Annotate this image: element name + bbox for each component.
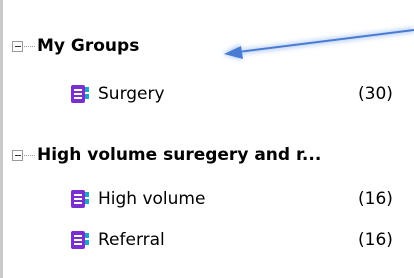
list-item-label: Referral [98, 230, 165, 250]
list-item-count: (30) [358, 84, 393, 104]
list-item-referral[interactable]: Referral (16) [3, 224, 414, 256]
group-header-high-volume[interactable]: High volume suregery and r... [12, 140, 321, 170]
tree-connector [24, 45, 35, 47]
notebook-icon [71, 190, 89, 208]
group-header-my-groups[interactable]: My Groups [12, 31, 139, 61]
collapse-minus-icon[interactable] [12, 40, 23, 52]
notebook-icon [71, 85, 89, 103]
list-item-label: High volume [98, 189, 206, 209]
list-item-count: (16) [358, 230, 393, 250]
list-item-surgery[interactable]: Surgery (30) [3, 78, 414, 110]
tree-connector [24, 154, 35, 156]
group-title: High volume suregery and r... [37, 145, 322, 165]
groups-panel: My Groups Surgery (30) High volume sureg… [3, 0, 414, 278]
list-item-high-volume[interactable]: High volume (16) [3, 183, 414, 215]
notebook-icon [71, 231, 89, 249]
collapse-minus-icon[interactable] [12, 149, 23, 161]
list-item-count: (16) [358, 189, 393, 209]
group-title: My Groups [37, 36, 140, 56]
list-item-label: Surgery [98, 84, 165, 104]
